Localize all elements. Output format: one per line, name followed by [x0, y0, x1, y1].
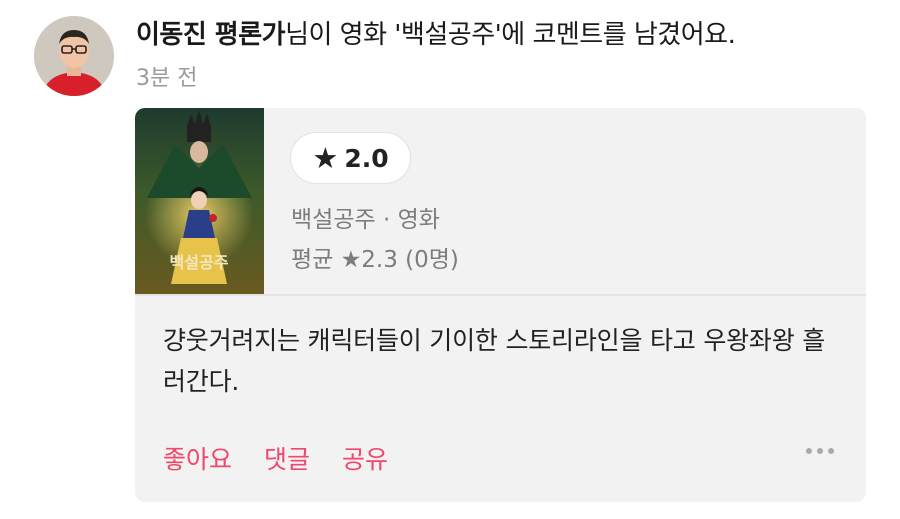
- like-button[interactable]: 좋아요: [163, 440, 232, 476]
- profile-photo: [34, 16, 114, 96]
- dot: [817, 448, 823, 454]
- my-rating-badge[interactable]: ★ 2.0: [290, 132, 411, 184]
- my-rating-value: 2.0: [344, 143, 389, 173]
- average-rating: 평균 ★2.3 (0명): [291, 247, 459, 273]
- comment-text[interactable]: 걍웃거려지는 캐릭터들이 기이한 스토리라인을 타고 우왕좌왕 흘러간다.: [163, 320, 843, 402]
- movie-poster[interactable]: 백설공주: [135, 108, 264, 294]
- activity-headline: 이동진 평론가님이 영화 '백설공주'에 코멘트를 남겼어요.: [136, 18, 736, 52]
- card-divider: [135, 294, 866, 296]
- comment-card[interactable]: 백설공주 ★ 2.0 백설공주 · 영화 평균 ★2.3 (0명) 걍웃거려지는…: [135, 108, 866, 502]
- share-button[interactable]: 공유: [342, 440, 388, 476]
- timestamp: 3분 전: [136, 66, 198, 91]
- dot: [806, 448, 812, 454]
- action-bar: 좋아요 댓글 공유: [163, 440, 388, 476]
- reply-button[interactable]: 댓글: [264, 440, 310, 476]
- poster-title: 백설공주: [170, 253, 229, 272]
- dot: [828, 448, 834, 454]
- movie-meta[interactable]: 백설공주 · 영화: [291, 200, 440, 234]
- avatar[interactable]: [34, 16, 114, 96]
- star-icon: ★: [312, 141, 339, 175]
- poster-image: 백설공주: [135, 108, 264, 294]
- more-options-icon[interactable]: [806, 448, 834, 454]
- user-name-link[interactable]: 이동진 평론가: [136, 20, 286, 50]
- activity-text: 님이 영화 '백설공주'에 코멘트를 남겼어요.: [285, 20, 736, 50]
